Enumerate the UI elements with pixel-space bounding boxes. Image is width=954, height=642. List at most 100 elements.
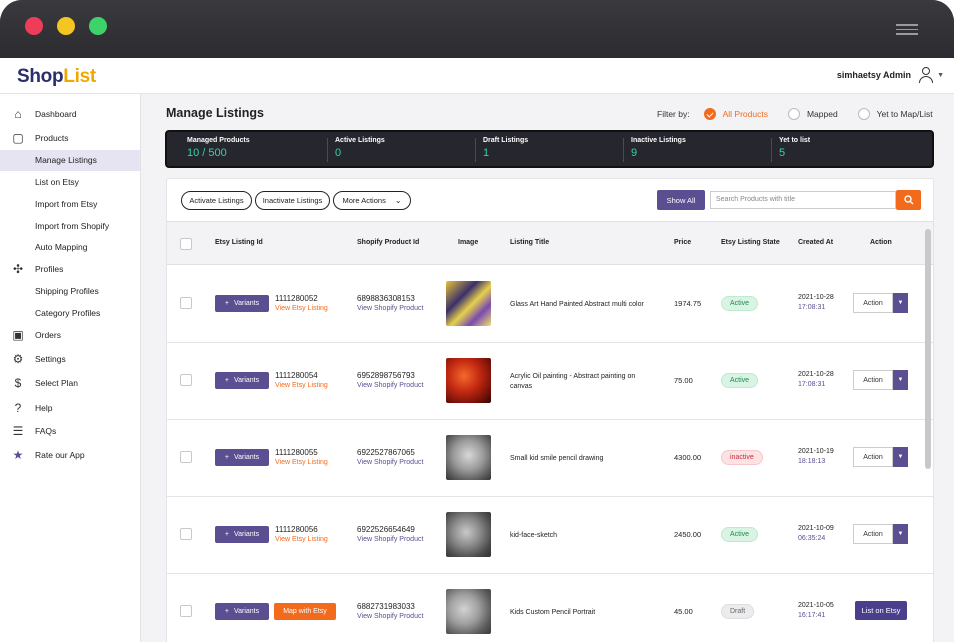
user-menu[interactable]: simhaetsy Admin ▼ — [837, 67, 944, 83]
action-button[interactable]: Action — [853, 293, 893, 313]
listing-title: Glass Art Hand Painted Abstract multi co… — [510, 301, 644, 308]
sidebar-item-label: FAQs — [35, 426, 57, 436]
select-all-checkbox[interactable] — [180, 238, 192, 250]
view-etsy-link[interactable]: View Etsy Listing — [275, 536, 328, 543]
row-checkbox[interactable] — [180, 605, 192, 617]
variants-button[interactable]: + Variants — [215, 372, 269, 389]
filter-group: Filter by: All Products Mapped Yet to Ma… — [657, 108, 933, 120]
sidebar-item-category-profiles[interactable]: Category Profiles — [0, 303, 140, 324]
variants-button[interactable]: + Variants — [215, 449, 269, 466]
sidebar-item-faqs[interactable]: ☰ FAQs — [0, 421, 140, 442]
search-icon — [903, 195, 913, 205]
price: 4300.00 — [674, 453, 702, 462]
sidebar-item-manage-listings[interactable]: Manage Listings — [0, 150, 140, 171]
stats-bar: Managed Products 10 / 500 Active Listings… — [165, 130, 934, 168]
variants-button[interactable]: + Variants — [215, 295, 269, 312]
row-checkbox[interactable] — [180, 528, 192, 540]
stat-value: 10 / 500 — [187, 147, 227, 159]
sidebar-item-shipping-profiles[interactable]: Shipping Profiles — [0, 281, 140, 302]
puzzle-icon: ✣ — [12, 262, 24, 276]
plus-icon: + — [224, 531, 229, 538]
sidebar-item-orders[interactable]: ▣ Orders — [0, 325, 140, 346]
view-shopify-link[interactable]: View Shopify Product — [357, 536, 423, 543]
sidebar-item-label: Settings — [35, 354, 66, 364]
sidebar-item-label: Orders — [35, 330, 61, 340]
filter-option-label: All Products — [722, 109, 768, 119]
sidebar-item-products[interactable]: ▢ Products — [0, 128, 140, 149]
column-header: Price — [674, 239, 692, 246]
view-etsy-link[interactable]: View Etsy Listing — [275, 459, 328, 466]
sidebar-item-import-shopify[interactable]: Import from Shopify — [0, 216, 140, 237]
view-shopify-link[interactable]: View Shopify Product — [357, 382, 423, 389]
action-dropdown-caret-icon[interactable]: ▼ — [893, 524, 908, 544]
search-button[interactable] — [896, 190, 921, 210]
action-dropdown-caret-icon[interactable]: ▼ — [893, 293, 908, 313]
show-all-button[interactable]: Show All — [657, 190, 705, 210]
search-input[interactable]: Search Products with title — [710, 191, 896, 209]
filter-option-label: Yet to Map/List — [876, 109, 933, 119]
filter-yet-to-map[interactable]: Yet to Map/List — [857, 108, 933, 120]
row-checkbox[interactable] — [180, 374, 192, 386]
etsy-listing-id: 1111280056 — [275, 525, 318, 534]
view-etsy-link[interactable]: View Etsy Listing — [275, 382, 328, 389]
variants-button[interactable]: + Variants — [215, 603, 269, 620]
map-with-etsy-button[interactable]: Map with Etsy — [274, 603, 336, 620]
sidebar-item-help[interactable]: ? Help — [0, 398, 140, 419]
user-avatar-icon — [919, 67, 934, 83]
sidebar-item-import-etsy[interactable]: Import from Etsy — [0, 194, 140, 215]
stat-value: 9 — [631, 147, 638, 159]
sidebar-item-profiles[interactable]: ✣ Profiles — [0, 259, 140, 280]
view-shopify-link[interactable]: View Shopify Product — [357, 459, 423, 466]
top-header: ShopList simhaetsy Admin ▼ — [0, 58, 954, 94]
etsy-listing-id: 1111280055 — [275, 448, 318, 457]
sidebar-item-rate-app[interactable]: ★ Rate our App — [0, 445, 140, 466]
maximize-window-button[interactable] — [89, 17, 107, 35]
variants-button[interactable]: + Variants — [215, 526, 269, 543]
list-on-etsy-button[interactable]: List on Etsy — [855, 601, 907, 620]
action-button[interactable]: Action — [853, 370, 893, 390]
sidebar-item-settings[interactable]: ⚙ Settings — [0, 349, 140, 370]
product-image — [446, 435, 491, 480]
filter-mapped[interactable]: Mapped — [787, 108, 838, 120]
close-window-button[interactable] — [25, 17, 43, 35]
bag-icon: ▢ — [12, 131, 24, 145]
row-checkbox[interactable] — [180, 451, 192, 463]
more-actions-dropdown[interactable]: More Actions ⌄ — [333, 191, 411, 210]
table-scrollbar[interactable] — [925, 229, 931, 469]
plus-icon: + — [224, 454, 229, 461]
more-actions-label: More Actions — [342, 196, 386, 205]
etsy-listing-id: 1111280054 — [275, 371, 318, 380]
table-row: + Variants Map with Etsy 6882731983033 Vi… — [167, 574, 933, 642]
stat-label: Inactive Listings — [631, 137, 686, 144]
sidebar-item-dashboard[interactable]: ⌂ Dashboard — [0, 104, 140, 125]
view-etsy-link[interactable]: View Etsy Listing — [275, 305, 328, 312]
view-shopify-link[interactable]: View Shopify Product — [357, 305, 423, 312]
stat-managed: Managed Products 10 / 500 — [187, 137, 250, 159]
sidebar-item-auto-mapping[interactable]: Auto Mapping — [0, 237, 140, 258]
action-dropdown-caret-icon[interactable]: ▼ — [893, 370, 908, 390]
inactivate-listings-button[interactable]: Inactivate Listings — [255, 191, 330, 210]
hamburger-menu-icon[interactable] — [896, 24, 918, 38]
activate-listings-button[interactable]: Activate Listings — [181, 191, 252, 210]
listing-title: Small kid smile pencil drawing — [510, 455, 604, 462]
action-button[interactable]: Action — [853, 447, 893, 467]
view-shopify-link[interactable]: View Shopify Product — [357, 613, 423, 620]
minimize-window-button[interactable] — [57, 17, 75, 35]
action-dropdown-caret-icon[interactable]: ▼ — [893, 447, 908, 467]
column-header: Created At — [798, 239, 834, 246]
sidebar-item-select-plan[interactable]: $ Select Plan — [0, 373, 140, 394]
stat-label: Draft Listings — [483, 137, 529, 144]
stat-active: Active Listings 0 — [335, 137, 385, 159]
row-checkbox[interactable] — [180, 297, 192, 309]
sidebar-item-list-on-etsy[interactable]: List on Etsy — [0, 172, 140, 193]
shopify-product-id: 6882731983033 — [357, 602, 415, 611]
logo-shop: Shop — [17, 66, 64, 87]
column-header: Image — [458, 239, 479, 246]
created-date: 2021-10-05 — [798, 602, 834, 609]
plus-icon: + — [224, 377, 229, 384]
sidebar-item-label: Select Plan — [35, 378, 78, 388]
action-button[interactable]: Action — [853, 524, 893, 544]
listing-title: kid-face-sketch — [510, 532, 558, 539]
filter-all-products[interactable]: All Products — [703, 108, 768, 120]
stat-value: 1 — [483, 147, 490, 159]
